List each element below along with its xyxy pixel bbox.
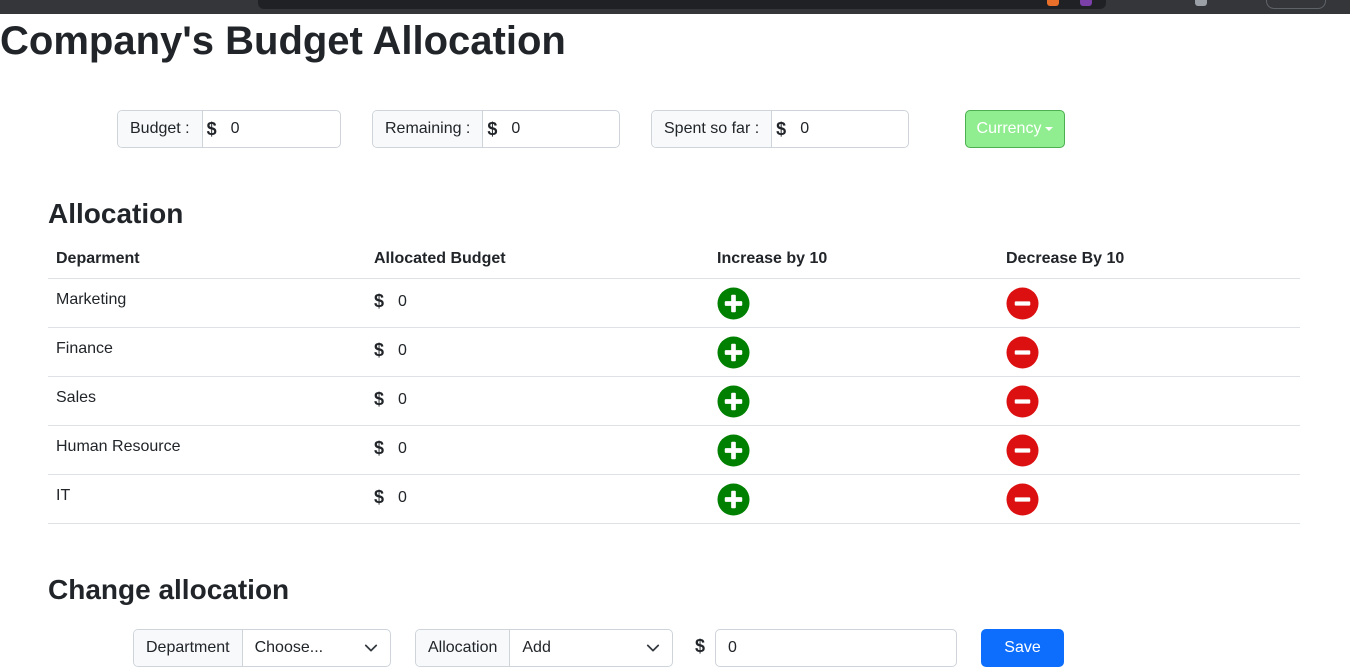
budget-currency-symbol: $: [374, 291, 385, 311]
profile-icon[interactable]: [1195, 0, 1207, 6]
department-name: IT: [56, 487, 71, 504]
department-select-group: Department Choose...: [133, 629, 391, 667]
allocation-select-group: Allocation Add: [415, 629, 673, 667]
department-selected-value: Choose...: [254, 639, 324, 656]
amount-value: 0: [728, 639, 737, 656]
plus-circle-icon: [717, 286, 750, 320]
column-header-department: Deparment: [56, 250, 140, 267]
spent-field: $ 0: [772, 111, 908, 147]
allocation-label: Allocation: [416, 630, 511, 666]
caret-down-icon: [1045, 127, 1054, 131]
allocation-table: Deparment Allocated Budget Increase by 1…: [48, 240, 1300, 524]
plus-circle-icon: [717, 335, 750, 369]
table-row: IT $0: [48, 475, 1300, 524]
extension-icon[interactable]: [1080, 0, 1092, 6]
minus-circle-icon: [1006, 384, 1039, 418]
save-button[interactable]: Save: [981, 629, 1064, 667]
decrease-button[interactable]: [1006, 335, 1039, 369]
address-bar[interactable]: [258, 0, 1106, 9]
page-title: Company's Budget Allocation: [0, 19, 566, 63]
budget-field[interactable]: $ 0: [203, 111, 340, 147]
spent-value: 0: [800, 120, 810, 137]
allocated-budget: $0: [366, 279, 709, 312]
increase-button[interactable]: [717, 286, 750, 320]
minus-circle-icon: [1006, 482, 1039, 516]
department-name: Human Resource: [56, 438, 181, 455]
allocation-selected-value: Add: [522, 639, 551, 656]
allocation-select[interactable]: Add: [510, 630, 672, 666]
table-header: Deparment Allocated Budget Increase by 1…: [48, 240, 1300, 279]
decrease-button[interactable]: [1006, 384, 1039, 418]
minus-circle-icon: [1006, 286, 1039, 320]
currency-dropdown-button[interactable]: Currency: [965, 110, 1065, 148]
minus-circle-icon: [1006, 433, 1039, 467]
budget-currency-symbol: $: [374, 438, 385, 458]
amount-input[interactable]: 0: [715, 629, 957, 667]
allocation-title: Allocation: [48, 198, 184, 229]
department-select[interactable]: Choose...: [243, 630, 390, 666]
department-name: Finance: [56, 340, 113, 357]
increase-button[interactable]: [717, 482, 750, 516]
budget-currency-symbol: $: [206, 118, 217, 139]
remaining-currency-symbol: $: [487, 118, 498, 139]
plus-circle-icon: [717, 384, 750, 418]
increase-button[interactable]: [717, 335, 750, 369]
decrease-button[interactable]: [1006, 433, 1039, 467]
budget-value: 0: [230, 120, 240, 137]
table-row: Human Resource $0: [48, 426, 1300, 475]
table-row: Marketing $0: [48, 279, 1300, 328]
table-row: Sales $0: [48, 377, 1300, 426]
browser-toolbar: [0, 0, 1350, 14]
increase-button[interactable]: [717, 384, 750, 418]
budget-currency-symbol: $: [374, 487, 385, 507]
spent-group: Spent so far : $ 0: [651, 110, 909, 148]
allocated-budget-value: 0: [398, 390, 407, 408]
allocated-budget-value: 0: [398, 341, 407, 359]
department-label: Department: [134, 630, 243, 666]
browser-menu-button[interactable]: [1266, 0, 1326, 9]
currency-button-label: Currency: [976, 120, 1042, 137]
budget-label: Budget :: [118, 111, 203, 147]
department-name: Marketing: [56, 291, 127, 308]
department-name: Sales: [56, 389, 97, 406]
decrease-button[interactable]: [1006, 482, 1039, 516]
plus-circle-icon: [717, 433, 750, 467]
allocated-budget: $0: [366, 475, 709, 508]
allocated-budget: $0: [366, 426, 709, 459]
decrease-button[interactable]: [1006, 286, 1039, 320]
table-row: Finance $0: [48, 328, 1300, 377]
column-header-decrease: Decrease By 10: [1006, 250, 1125, 267]
amount-currency-symbol: $: [695, 636, 706, 656]
remaining-group: Remaining : $ 0: [372, 110, 620, 148]
chevron-down-icon: [364, 644, 378, 652]
allocated-budget-value: 0: [398, 488, 407, 506]
increase-button[interactable]: [717, 433, 750, 467]
chevron-down-icon: [646, 644, 660, 652]
minus-circle-icon: [1006, 335, 1039, 369]
column-header-increase: Increase by 10: [717, 250, 828, 267]
budget-currency-symbol: $: [374, 340, 385, 360]
plus-circle-icon: [717, 482, 750, 516]
change-allocation-title: Change allocation: [48, 574, 290, 605]
allocated-budget: $0: [366, 377, 709, 410]
column-header-allocated-budget: Allocated Budget: [374, 250, 506, 267]
remaining-label: Remaining :: [373, 111, 484, 147]
spent-label: Spent so far :: [652, 111, 773, 147]
allocated-budget: $0: [366, 328, 709, 361]
brave-extension-icon[interactable]: [1047, 0, 1059, 6]
spent-currency-symbol: $: [776, 118, 787, 139]
allocated-budget-value: 0: [398, 292, 407, 310]
budget-group: Budget : $ 0: [117, 110, 341, 148]
remaining-value: 0: [511, 120, 521, 137]
budget-currency-symbol: $: [374, 389, 385, 409]
remaining-field: $ 0: [483, 111, 619, 147]
allocated-budget-value: 0: [398, 439, 407, 457]
